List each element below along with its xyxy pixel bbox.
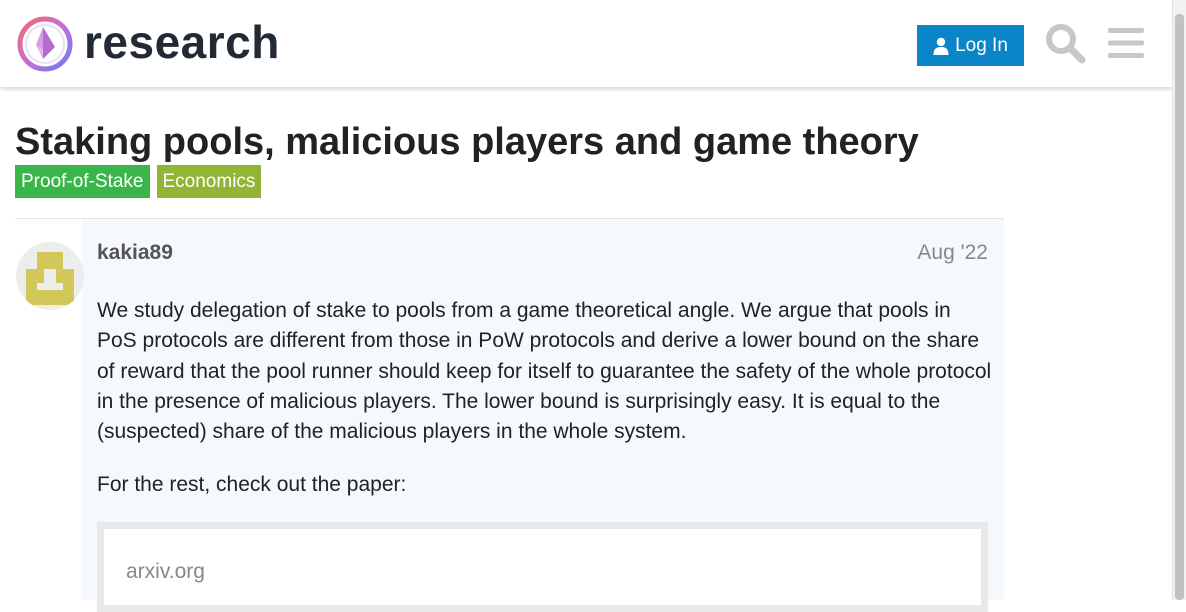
scrollbar-thumb[interactable] — [1175, 14, 1184, 600]
topic-title[interactable]: Staking pools, malicious players and gam… — [15, 118, 919, 166]
link-preview-card: arxiv.org — [97, 522, 988, 612]
site-header: research Log In — [0, 0, 1172, 87]
post-paragraph: We study delegation of stake to pools fr… — [97, 299, 992, 444]
login-button[interactable]: Log In — [917, 25, 1024, 66]
page-scrollbar[interactable] — [1172, 0, 1186, 600]
login-label: Log In — [955, 34, 1008, 56]
post-username[interactable]: kakia89 — [97, 240, 173, 266]
hamburger-icon[interactable] — [1106, 25, 1146, 61]
site-name[interactable]: research — [84, 14, 280, 70]
avatar[interactable] — [16, 242, 84, 310]
tag-economics[interactable]: Economics — [156, 165, 262, 198]
post-body: We study delegation of stake to pools fr… — [97, 296, 992, 501]
post-date[interactable]: Aug '22 — [870, 240, 988, 266]
user-icon — [933, 37, 949, 55]
link-preview-source[interactable]: arxiv.org — [126, 559, 205, 585]
site-logo-icon[interactable] — [16, 15, 74, 73]
tag-proof-of-stake[interactable]: Proof-of-Stake — [15, 165, 150, 198]
topic-tags: Proof-of-Stake Economics — [15, 165, 262, 198]
link-preview-body[interactable]: arxiv.org — [104, 529, 981, 605]
user-avatar-identicon — [16, 242, 84, 310]
search-icon[interactable] — [1044, 22, 1086, 64]
post-paragraph: For the rest, check out the paper: — [97, 473, 407, 497]
